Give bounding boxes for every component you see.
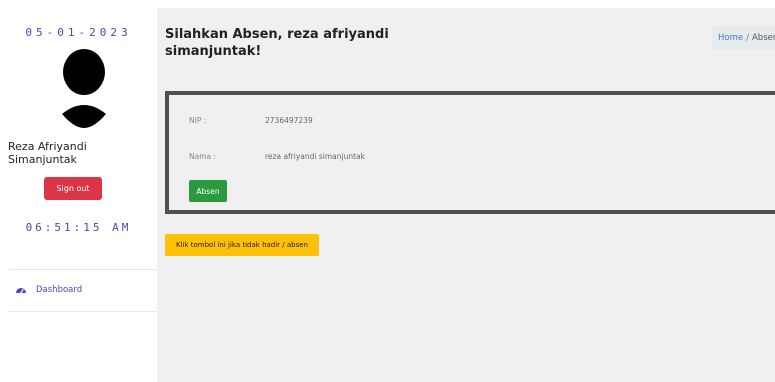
nip-value: 2736497239 <box>265 116 313 125</box>
breadcrumb: Home / Absen <box>712 26 775 50</box>
clock-display: 06:51:15 AM <box>25 221 132 234</box>
breadcrumb-separator: / <box>746 33 749 43</box>
sign-out-button[interactable]: Sign out <box>44 177 102 200</box>
dashboard-icon <box>16 288 26 294</box>
attendance-card: NIP : 2736497239 Nama : reza afriyandi s… <box>165 91 775 214</box>
main-content: Silahkan Absen, reza afriyandi simanjunt… <box>157 8 775 382</box>
sidebar-item-label: Dashboard <box>36 285 83 295</box>
user-name: Reza Afriyandi Simanjuntak <box>8 140 87 166</box>
sidebar: 05-01-2023 Reza Afriyandi Simanjuntak Si… <box>0 0 157 382</box>
date-display: 05-01-2023 <box>25 26 132 39</box>
nip-label: NIP : <box>189 116 207 125</box>
sidebar-item-dashboard[interactable]: Dashboard <box>9 270 157 310</box>
page-title: Silahkan Absen, reza afriyandi simanjunt… <box>165 27 389 59</box>
user-avatar-icon <box>62 49 106 128</box>
nama-label: Nama : <box>189 152 217 161</box>
absen-button[interactable]: Absen <box>189 180 227 202</box>
breadcrumb-current: Absen <box>751 33 775 43</box>
absent-notice-button[interactable]: Klik tombol ini jika tidak hadir / absen <box>165 234 319 256</box>
nav-divider <box>9 311 157 312</box>
breadcrumb-home-link[interactable]: Home <box>718 33 743 43</box>
nama-value: reza afriyandi simanjuntak <box>265 152 365 161</box>
